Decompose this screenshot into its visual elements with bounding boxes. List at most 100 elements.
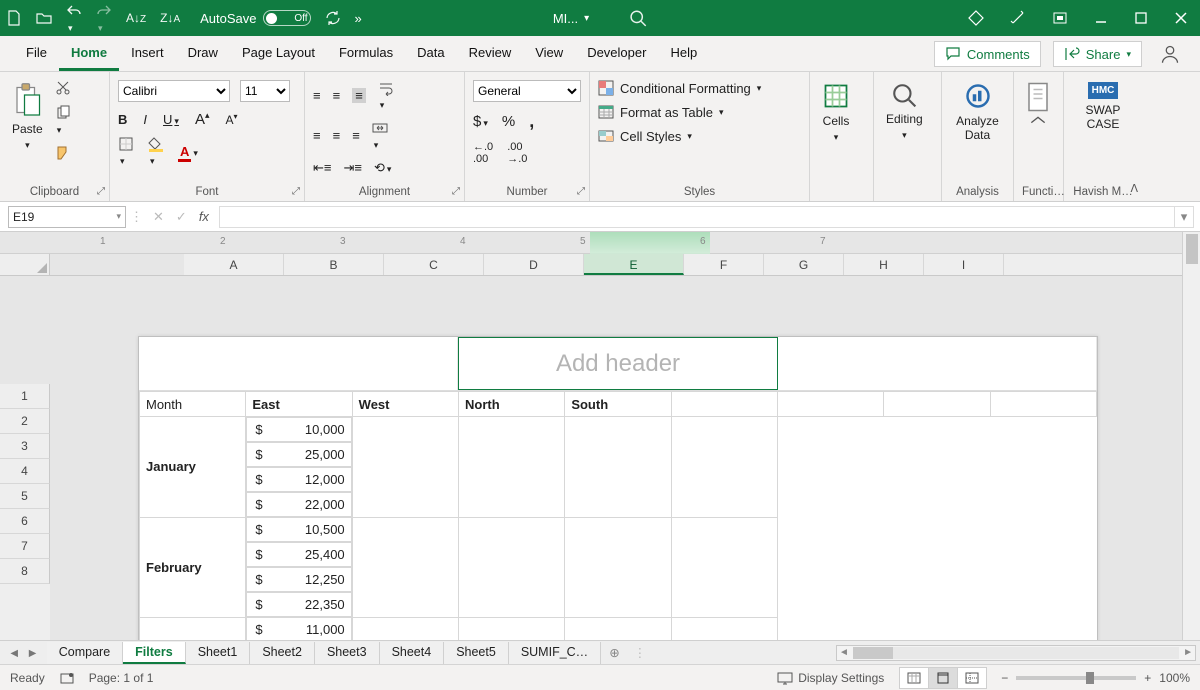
column-header-C[interactable]: C	[384, 254, 484, 275]
sheet-tab-sheet3[interactable]: Sheet3	[315, 642, 380, 664]
column-header-B[interactable]: B	[284, 254, 384, 275]
percent-format-icon[interactable]: %	[502, 113, 515, 130]
account-icon[interactable]	[1154, 44, 1186, 64]
close-icon[interactable]	[1174, 11, 1188, 25]
row-header-4[interactable]: 4	[0, 459, 50, 484]
align-middle-icon[interactable]: ≡	[333, 88, 341, 103]
new-file-icon[interactable]	[6, 10, 22, 26]
name-box[interactable]: E19▾	[8, 206, 126, 228]
undo-icon[interactable]	[66, 3, 82, 34]
align-top-icon[interactable]: ≡	[313, 88, 321, 103]
function-library-button[interactable]	[1022, 80, 1054, 126]
zoom-slider[interactable]	[1016, 676, 1136, 680]
row-header-6[interactable]: 6	[0, 509, 50, 534]
row-header-8[interactable]: 8	[0, 559, 50, 584]
open-file-icon[interactable]	[36, 10, 52, 26]
editing-menu[interactable]: Editing▾	[882, 80, 927, 143]
decrease-indent-icon[interactable]: ⇤≡	[313, 160, 331, 176]
tab-view[interactable]: View	[523, 37, 575, 71]
cancel-formula-icon[interactable]: ✕	[153, 209, 164, 225]
number-dialog-icon[interactable]: ⤢	[577, 186, 585, 197]
cell-styles-button[interactable]: Cell Styles ▾	[598, 128, 761, 144]
accounting-format-icon[interactable]: $	[473, 113, 488, 130]
increase-font-icon[interactable]: A▴	[195, 110, 210, 128]
zoom-in-icon[interactable]: +	[1144, 671, 1151, 685]
column-header-A[interactable]: A	[184, 254, 284, 275]
align-bottom-icon[interactable]: ≡	[352, 88, 366, 103]
sheet-tab-sheet5[interactable]: Sheet5	[444, 642, 509, 664]
align-left-icon[interactable]: ≡	[313, 128, 321, 143]
insert-function-icon[interactable]: fx	[199, 209, 209, 225]
page-layout-view-icon[interactable]	[928, 667, 958, 689]
tab-draw[interactable]: Draw	[176, 37, 230, 71]
share-button[interactable]: Share ▾	[1053, 41, 1142, 67]
comments-button[interactable]: Comments	[934, 41, 1041, 67]
font-size-combo[interactable]: 11	[240, 80, 290, 102]
tab-file[interactable]: File	[14, 37, 59, 71]
comma-format-icon[interactable]: ,	[529, 111, 534, 132]
format-as-table-button[interactable]: Format as Table ▾	[598, 104, 761, 120]
zoom-level[interactable]: 100%	[1159, 671, 1190, 685]
conditional-formatting-button[interactable]: Conditional Formatting ▾	[598, 80, 761, 96]
bold-button[interactable]: B	[118, 112, 127, 127]
font-color-icon[interactable]: A	[178, 144, 198, 159]
paste-button[interactable]: Paste▾	[8, 80, 47, 153]
ribbon-mode-icon[interactable]	[1052, 10, 1068, 26]
tab-developer[interactable]: Developer	[575, 37, 658, 71]
orientation-icon[interactable]: ⟲	[374, 160, 391, 176]
sheet-tab-sheet4[interactable]: Sheet4	[380, 642, 445, 664]
sync-icon[interactable]	[325, 10, 341, 26]
sheet-tab-compare[interactable]: Compare	[47, 642, 123, 664]
font-name-combo[interactable]: Calibri	[118, 80, 230, 102]
merge-icon[interactable]	[372, 120, 388, 151]
row-header-5[interactable]: 5	[0, 484, 50, 509]
increase-indent-icon[interactable]: ⇥≡	[343, 160, 361, 176]
autosave-toggle[interactable]: Off	[263, 10, 311, 26]
copy-icon[interactable]	[55, 105, 71, 136]
sort-desc-icon[interactable]: Z↓A	[160, 11, 180, 25]
borders-icon[interactable]	[118, 136, 134, 167]
wrap-text-icon[interactable]	[378, 80, 394, 111]
underline-button[interactable]: U	[163, 112, 179, 127]
data-table[interactable]: MonthEastWestNorthSouthJanuary$10,000$25…	[139, 391, 1097, 640]
zoom-out-icon[interactable]: −	[1001, 671, 1008, 685]
tab-review[interactable]: Review	[457, 37, 524, 71]
row-header-2[interactable]: 2	[0, 409, 50, 434]
normal-view-icon[interactable]	[899, 667, 929, 689]
diamond-icon[interactable]	[968, 10, 984, 26]
font-dialog-icon[interactable]: ⤢	[292, 186, 300, 197]
align-center-icon[interactable]: ≡	[333, 128, 341, 143]
tab-page-layout[interactable]: Page Layout	[230, 37, 327, 71]
cut-icon[interactable]	[55, 80, 71, 96]
formula-input[interactable]	[219, 206, 1174, 228]
expand-formula-bar-icon[interactable]: ▾	[1174, 206, 1194, 228]
tab-data[interactable]: Data	[405, 37, 456, 71]
row-header-1[interactable]: 1	[0, 384, 50, 409]
sheet-nav-next-icon[interactable]: ►	[26, 646, 38, 660]
cells-menu[interactable]: Cells▾	[818, 80, 854, 145]
vertical-scrollbar[interactable]	[1182, 232, 1200, 640]
decrease-font-icon[interactable]: A▾	[225, 112, 237, 127]
tab-home[interactable]: Home	[59, 37, 119, 71]
sheet-tab-sheet1[interactable]: Sheet1	[186, 642, 251, 664]
align-right-icon[interactable]: ≡	[352, 128, 360, 143]
horizontal-scrollbar[interactable]: ◄►	[836, 645, 1196, 661]
sort-asc-icon[interactable]: A↓Z	[126, 11, 146, 25]
enter-formula-icon[interactable]: ✓	[176, 209, 187, 225]
tab-help[interactable]: Help	[658, 37, 709, 71]
display-settings-button[interactable]: Display Settings	[777, 670, 884, 686]
format-painter-icon[interactable]	[55, 145, 71, 161]
tab-insert[interactable]: Insert	[119, 37, 176, 71]
column-header-H[interactable]: H	[844, 254, 924, 275]
minimize-icon[interactable]	[1094, 11, 1108, 25]
italic-button[interactable]: I	[143, 112, 147, 127]
sheet-tab-sheet2[interactable]: Sheet2	[250, 642, 315, 664]
select-all-corner[interactable]	[0, 254, 50, 275]
number-format-combo[interactable]: General	[473, 80, 581, 102]
fill-color-icon[interactable]	[148, 136, 164, 167]
row-header-3[interactable]: 3	[0, 434, 50, 459]
macro-record-icon[interactable]	[59, 670, 75, 686]
column-header-I[interactable]: I	[924, 254, 1004, 275]
sheet-nav-prev-icon[interactable]: ◄	[8, 646, 20, 660]
column-header-G[interactable]: G	[764, 254, 844, 275]
